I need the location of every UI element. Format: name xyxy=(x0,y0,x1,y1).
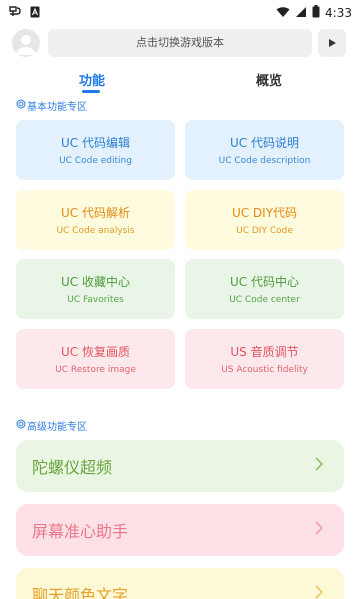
basic-section-header: 基本功能专区 xyxy=(16,98,87,113)
card-subtitle: UC Restore image xyxy=(55,365,136,375)
user-icon xyxy=(16,35,36,55)
card-title: UC 收藏中心 xyxy=(61,275,130,289)
status-right: 4:33 xyxy=(276,3,352,22)
chat-color-text-item[interactable]: 聊天颜色文字 xyxy=(16,568,344,599)
card-title: UC 代码编辑 xyxy=(61,136,130,150)
card-uc-favorites[interactable]: UC 收藏中心 UC Favorites xyxy=(16,259,175,319)
tab-overview[interactable]: 概览 xyxy=(256,70,282,89)
play-button[interactable] xyxy=(318,29,346,57)
card-subtitle: UC Code analysis xyxy=(56,226,135,236)
tab-functions[interactable]: 功能 xyxy=(79,70,105,89)
card-uc-code-editing[interactable]: UC 代码编辑 UC Code editing xyxy=(16,120,175,180)
wifi-icon xyxy=(276,3,290,22)
item-label: 聊天颜色文字 xyxy=(32,586,129,599)
card-title: US 音质调节 xyxy=(230,345,299,359)
target-icon xyxy=(16,419,26,432)
card-subtitle: UC Favorites xyxy=(67,295,124,305)
notification-a-icon xyxy=(30,3,40,22)
card-title: UC 代码说明 xyxy=(230,136,299,150)
basic-section-title: 基本功能专区 xyxy=(27,102,87,113)
item-label: 屏幕准心助手 xyxy=(32,522,129,541)
card-us-acoustic-fidelity[interactable]: US 音质调节 US Acoustic fidelity xyxy=(185,329,344,389)
status-time: 4:33 xyxy=(325,5,352,20)
status-bar: 4:33 xyxy=(0,0,360,22)
status-left xyxy=(8,3,40,22)
card-title: UC DIY代码 xyxy=(231,206,298,220)
card-subtitle: UC Code center xyxy=(229,295,300,305)
avatar[interactable] xyxy=(12,29,40,57)
card-title: UC 恢复画质 xyxy=(61,345,130,359)
signal-icon xyxy=(295,3,307,22)
chevron-right-icon xyxy=(314,584,324,599)
battery-icon xyxy=(312,3,320,22)
card-subtitle: UC Code description xyxy=(218,156,311,166)
card-uc-diy-code[interactable]: UC DIY代码 UC DIY Code xyxy=(185,190,344,250)
item-label: 陀螺仪超频 xyxy=(32,458,113,477)
card-title: UC 代码中心 xyxy=(230,275,299,289)
active-tab-indicator xyxy=(82,90,100,93)
card-subtitle: UC Code editing xyxy=(59,156,132,166)
card-subtitle: UC DIY Code xyxy=(236,226,293,236)
card-uc-restore-image[interactable]: UC 恢复画质 UC Restore image xyxy=(16,329,175,389)
play-icon xyxy=(329,39,336,47)
card-uc-code-center[interactable]: UC 代码中心 UC Code center xyxy=(185,259,344,319)
target-icon xyxy=(16,99,26,112)
advanced-section-header: 高级功能专区 xyxy=(16,418,87,433)
card-subtitle: US Acoustic fidelity xyxy=(221,365,308,375)
chevron-right-icon xyxy=(314,520,324,540)
screen-crosshair-item[interactable]: 屏幕准心助手 xyxy=(16,504,344,556)
notification-app-icon xyxy=(8,3,22,22)
card-uc-code-description[interactable]: UC 代码说明 UC Code description xyxy=(185,120,344,180)
card-uc-code-analysis[interactable]: UC 代码解析 UC Code analysis xyxy=(16,190,175,250)
chevron-right-icon xyxy=(314,456,324,476)
card-title: UC 代码解析 xyxy=(61,206,130,220)
game-version-selector[interactable]: 点击切换游戏版本 xyxy=(48,29,312,57)
advanced-section-title: 高级功能专区 xyxy=(27,422,87,433)
gyroscope-overclock-item[interactable]: 陀螺仪超频 xyxy=(16,440,344,492)
